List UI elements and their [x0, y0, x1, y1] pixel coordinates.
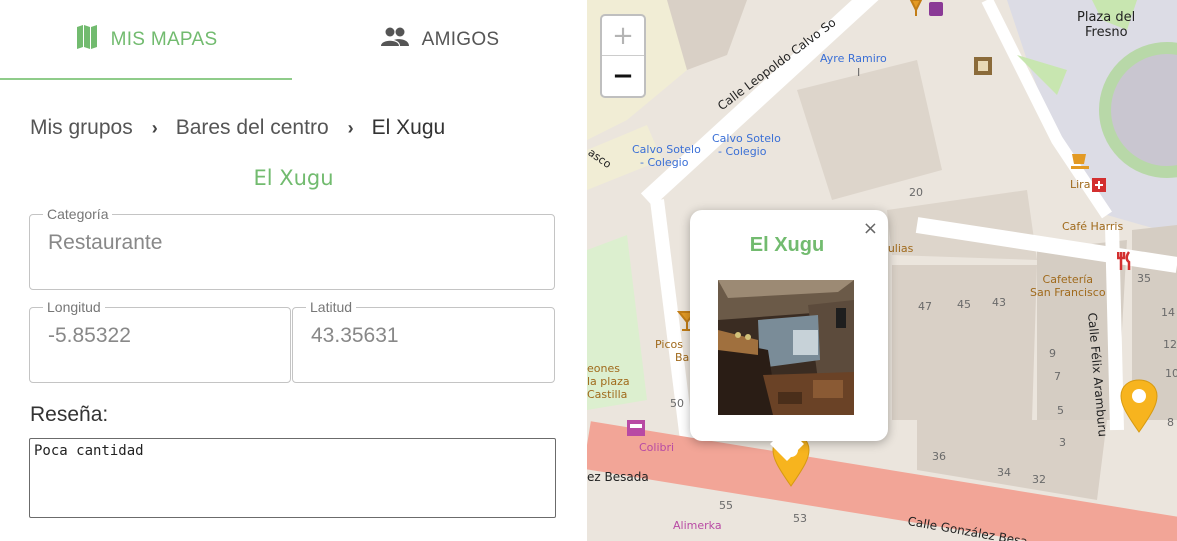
- zoom-control: + −: [600, 14, 646, 98]
- map-label-plaza-fresno: Plaza del Fresno: [1077, 10, 1135, 40]
- museum-poi-icon: [974, 57, 992, 75]
- house-number: 47: [918, 300, 932, 313]
- category-field[interactable]: Categoría Restaurante: [29, 207, 555, 290]
- map-label-line: Calvo Sotelo: [632, 143, 701, 156]
- tab-my-maps-label: MIS MAPAS: [110, 29, 218, 50]
- breadcrumb-item-groups[interactable]: Mis grupos: [30, 116, 133, 140]
- restaurant-poi-icon: [1117, 251, 1131, 270]
- house-number: 53: [793, 512, 807, 525]
- latitude-field[interactable]: Latitud 43.35631: [292, 300, 555, 383]
- popup-title: El Xugu: [749, 234, 825, 256]
- latitude-label: Latitud: [310, 299, 353, 315]
- review-label: Reseña:: [30, 403, 109, 426]
- tab-bar: MIS MAPAS AMIGOS: [0, 0, 587, 80]
- tab-my-maps[interactable]: MIS MAPAS: [0, 0, 292, 80]
- map-label-line: Ba: [675, 351, 690, 364]
- pharmacy-poi-icon: [1092, 178, 1106, 192]
- map-label-line: Castilla: [587, 388, 628, 401]
- map-label-line: - Colegio: [640, 156, 689, 169]
- bar-poi-icon: [909, 0, 943, 16]
- breadcrumb-item-current: El Xugu: [371, 116, 446, 139]
- map-label-cafe-harris: Café Harris: [1062, 220, 1124, 233]
- house-number: 10: [1165, 367, 1177, 380]
- map-label-line: Cafetería: [1042, 273, 1094, 286]
- map-label-line: Picos: [655, 338, 683, 351]
- place-popup: × El Xugu: [690, 210, 888, 461]
- map-label-line: Fresno: [1085, 25, 1128, 40]
- house-number: 36: [932, 450, 946, 463]
- house-number: 20: [909, 186, 923, 199]
- map-label-alimerka: Alimerka: [673, 519, 722, 532]
- map-icon: [75, 24, 99, 56]
- house-number: 7: [1054, 370, 1061, 383]
- map-label-line: la plaza: [587, 375, 630, 388]
- house-number: 32: [1032, 473, 1046, 486]
- longitude-label: Longitud: [47, 299, 101, 315]
- tab-friends[interactable]: AMIGOS: [292, 0, 587, 80]
- map-label-line: San Francisco: [1030, 286, 1106, 299]
- left-panel: MIS MAPAS AMIGOS Mis grupos › Bares del …: [0, 0, 587, 541]
- tab-friends-label: AMIGOS: [421, 29, 500, 50]
- house-number: 34: [997, 466, 1011, 479]
- map-label-picos: Picos Ba: [655, 338, 689, 364]
- cafe-poi-icon: [1071, 154, 1089, 169]
- house-number: I: [857, 66, 861, 79]
- zoom-in-button[interactable]: +: [602, 16, 644, 56]
- map-label-calvo-sotelo-a: Calvo Sotelo - Colegio: [632, 143, 701, 169]
- map-label-line: - Colegio: [718, 145, 767, 158]
- map-label-line: eones: [587, 362, 620, 375]
- map-label-colibri: Colibri: [639, 441, 675, 454]
- map-view[interactable]: Plaza del Fresno Ayre Ramiro Calle Leopo…: [587, 0, 1177, 541]
- house-number: 8: [1167, 416, 1174, 429]
- house-number: 43: [992, 296, 1006, 309]
- longitude-field[interactable]: Longitud -5.85322: [29, 300, 291, 383]
- map-label-ayre-ramiro: Ayre Ramiro: [820, 52, 887, 65]
- breadcrumb-item-group[interactable]: Bares del centro: [176, 116, 329, 140]
- longitude-value: -5.85322: [48, 324, 131, 347]
- people-icon: [380, 27, 410, 53]
- house-number: 12: [1163, 338, 1177, 351]
- house-number: 5: [1057, 404, 1064, 417]
- house-number: 35: [1137, 272, 1151, 285]
- location-marker[interactable]: [1117, 378, 1161, 434]
- bar-interior-photo: [718, 280, 854, 415]
- chevron-right-icon: ›: [347, 117, 354, 138]
- zoom-out-button[interactable]: −: [602, 56, 644, 96]
- breadcrumb: Mis grupos › Bares del centro › El Xugu: [30, 116, 445, 140]
- shop-poi-icon: [627, 420, 645, 436]
- house-number: 50: [670, 397, 684, 410]
- house-number: 14: [1161, 306, 1175, 319]
- place-title: El Xugu: [253, 166, 334, 190]
- map-label-line: Calvo Sotelo: [712, 132, 781, 145]
- review-textarea[interactable]: Poca cantidad: [29, 438, 556, 518]
- house-number: 3: [1059, 436, 1066, 449]
- latitude-value: 43.35631: [311, 324, 399, 347]
- chevron-right-icon: ›: [151, 117, 158, 138]
- category-value: Restaurante: [48, 231, 163, 254]
- map-label-line: Plaza del: [1077, 10, 1136, 25]
- map-label-leones: eones la plaza Castilla: [587, 362, 630, 401]
- category-label: Categoría: [47, 206, 109, 222]
- map-label-cafeteria: Cafetería San Francisco: [1030, 273, 1106, 299]
- map-label-ez-besada: ez Besada: [587, 470, 649, 484]
- house-number: 45: [957, 298, 971, 311]
- house-number: 9: [1049, 347, 1056, 360]
- house-number: 55: [719, 499, 733, 512]
- map-label-calvo-sotelo-b: Calvo Sotelo - Colegio: [712, 132, 781, 158]
- active-tab-indicator: [0, 78, 292, 80]
